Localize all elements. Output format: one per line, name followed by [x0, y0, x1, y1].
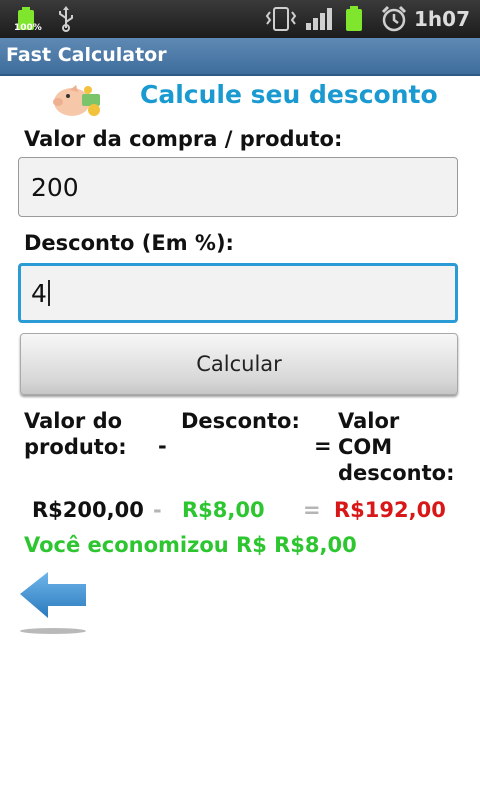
alarm-icon: [381, 5, 407, 32]
status-bar: 100% 1h07: [0, 0, 480, 38]
battery-charging-icon: 100%: [14, 6, 42, 36]
minus-operator: -: [158, 434, 167, 458]
back-arrow-icon[interactable]: [18, 570, 90, 640]
product-value-header: Valor do produto:: [24, 408, 127, 460]
savings-message: Você economizou R$ R$8,00: [24, 533, 357, 557]
product-value-result: R$200,00: [32, 498, 144, 522]
equals-operator-result: =: [303, 498, 321, 522]
vibrate-icon: [265, 7, 297, 31]
battery-percent: 100%: [14, 23, 42, 33]
discount-amount-result: R$8,00: [182, 498, 265, 522]
minus-operator-result: -: [153, 498, 162, 522]
signal-icon: [306, 8, 332, 30]
app-title-bar: Fast Calculator: [0, 38, 480, 76]
product-value-header-line2: produto:: [24, 435, 127, 459]
purchase-value-text: 200: [31, 173, 79, 202]
discount-value-text: 4: [31, 279, 47, 308]
purchase-value-input[interactable]: 200: [18, 157, 458, 217]
product-value-header-line1: Valor do: [24, 409, 123, 433]
discount-percent-input[interactable]: 4: [18, 263, 458, 323]
calculate-button[interactable]: Calcular: [20, 333, 458, 395]
text-cursor: [47, 280, 50, 306]
discount-label: Desconto (Em %):: [24, 231, 234, 255]
final-value-header: Valor COM desconto:: [338, 408, 454, 486]
final-value-header-line1: Valor: [338, 409, 400, 433]
clock: 1h07: [414, 7, 470, 31]
page-heading: Calcule seu desconto: [140, 80, 438, 109]
app-title: Fast Calculator: [6, 44, 167, 66]
final-value-result: R$192,00: [334, 498, 446, 522]
final-value-header-line2: COM: [338, 435, 393, 459]
battery-icon: [346, 6, 362, 31]
discount-header: Desconto:: [181, 409, 300, 433]
equals-operator: =: [314, 434, 332, 458]
piggy-bank-icon: [50, 80, 106, 124]
purchase-label: Valor da compra / produto:: [24, 127, 343, 151]
usb-icon: [59, 6, 73, 32]
final-value-header-line3: desconto:: [338, 461, 455, 485]
